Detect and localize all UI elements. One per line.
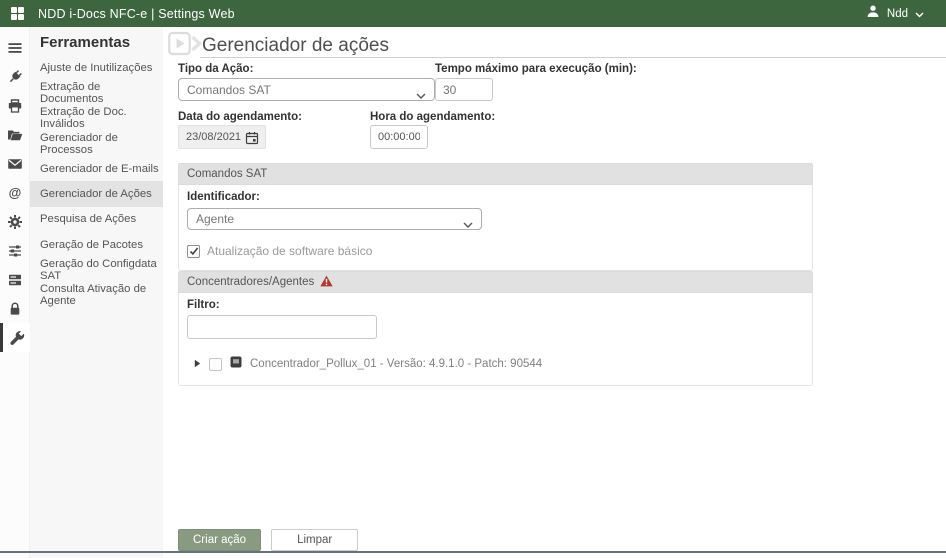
- concentrator-icon: [230, 355, 242, 373]
- schedule-date-label: Data do agendamento:: [178, 111, 302, 123]
- lock-icon[interactable]: [0, 294, 30, 323]
- action-type-label: Tipo da Ação:: [178, 63, 254, 75]
- folder-icon[interactable]: [0, 120, 30, 149]
- max-time-label: Tempo máximo para execução (min):: [435, 63, 637, 75]
- sat-commands-header-label: Comandos SAT: [187, 168, 268, 180]
- icon-strip: @: [0, 27, 30, 558]
- sat-commands-panel-body: Identificador: Agente Atualização de sof…: [178, 185, 813, 271]
- max-time-input[interactable]: [435, 78, 493, 101]
- filter-input[interactable]: [187, 315, 377, 339]
- user-name: Ndd: [886, 7, 908, 20]
- sidebar-header: Ferramentas: [40, 34, 131, 51]
- form-actions: Criar ação Limpar: [178, 529, 359, 551]
- sat-commands-panel-header: Comandos SAT: [178, 163, 813, 185]
- server-icon[interactable]: [0, 265, 30, 294]
- title-divider: [200, 57, 946, 58]
- sidebar-item-geracao-pacotes[interactable]: Geração de Pacotes: [30, 232, 163, 257]
- tree-expander-icon[interactable]: [194, 355, 201, 373]
- concentrators-panel-body: Filtro: Concentrador_Pollux_01 - Versão:…: [178, 293, 813, 386]
- sidebar: Ferramentas Ajuste de Inutilizações Extr…: [30, 27, 163, 558]
- sliders-icon[interactable]: [0, 236, 30, 265]
- sidebar-item-gerenciador-acoes[interactable]: Gerenciador de Ações: [30, 181, 163, 207]
- clear-button[interactable]: Limpar: [271, 529, 359, 551]
- sidebar-item-gerenciador-emails[interactable]: Gerenciador de E-mails: [30, 156, 163, 181]
- action-type-select[interactable]: Comandos SAT: [178, 78, 435, 101]
- sidebar-item-extracao-documentos[interactable]: Extração de Documentos: [30, 80, 163, 105]
- concentrators-header-label: Concentradores/Agentes: [187, 276, 315, 288]
- sidebar-items: Ajuste de Inutilizações Extração de Docu…: [30, 55, 163, 308]
- basic-software-update-checkbox[interactable]: [187, 244, 200, 258]
- topbar: NDD i-Docs NFC-e | Settings Web Ndd: [0, 0, 946, 27]
- sidebar-item-extracao-doc-invalidos[interactable]: Extração de Doc. Inválidos: [30, 106, 163, 131]
- identifier-select[interactable]: Agente: [187, 208, 482, 230]
- sidebar-item-consulta-ativacao-agente[interactable]: Consulta Ativação de Agente: [30, 283, 163, 308]
- schedule-time-label: Hora do agendamento:: [370, 111, 496, 123]
- filter-label: Filtro:: [187, 299, 220, 311]
- action-manager-icon: [168, 31, 203, 62]
- plug-icon[interactable]: [0, 62, 30, 91]
- menu-icon[interactable]: [0, 33, 30, 62]
- printer-icon[interactable]: [0, 91, 30, 120]
- chevron-down-icon: [416, 88, 426, 102]
- calendar-icon[interactable]: [245, 131, 259, 148]
- concentrator-label: Concentrador_Pollux_01 - Versão: 4.9.1.0…: [250, 358, 543, 370]
- app-title: NDD i-Docs NFC-e | Settings Web: [38, 6, 235, 21]
- sidebar-item-ajuste-inutilizacoes[interactable]: Ajuste de Inutilizações: [30, 55, 163, 80]
- mail-icon[interactable]: [0, 149, 30, 178]
- concentrator-checkbox[interactable]: [209, 357, 222, 371]
- concentrators-panel-header: Concentradores/Agentes: [178, 271, 813, 293]
- user-menu[interactable]: Ndd: [866, 0, 924, 27]
- window-bottom-edge: [0, 551, 946, 553]
- create-action-button[interactable]: Criar ação: [178, 529, 262, 551]
- wrench-icon[interactable]: [0, 323, 30, 352]
- apps-grid-icon[interactable]: [11, 7, 24, 20]
- at-sign-icon[interactable]: @: [0, 178, 30, 207]
- sidebar-item-pesquisa-acoes[interactable]: Pesquisa de Ações: [30, 207, 163, 232]
- tree-row: Concentrador_Pollux_01 - Versão: 4.9.1.0…: [187, 355, 804, 373]
- identifier-label: Identificador:: [187, 191, 260, 203]
- schedule-time-input[interactable]: [370, 125, 428, 149]
- chevron-down-icon: [915, 5, 924, 23]
- action-type-value: Comandos SAT: [187, 82, 271, 97]
- warning-icon: [320, 275, 333, 290]
- sidebar-item-geracao-configdata-sat[interactable]: Geração do Configdata SAT: [30, 257, 163, 282]
- main-content: Gerenciador de ações Tipo da Ação: Coman…: [163, 27, 946, 558]
- chevron-down-icon: [463, 217, 473, 231]
- user-icon: [866, 4, 880, 23]
- schedule-date-input[interactable]: 23/08/2021: [178, 125, 266, 149]
- basic-software-update-label: Atualização de software básico: [207, 244, 373, 258]
- gear-icon[interactable]: [0, 207, 30, 236]
- page-title: Gerenciador de ações: [202, 35, 389, 56]
- identifier-value: Agente: [196, 212, 235, 226]
- schedule-date-value: 23/08/2021: [186, 131, 242, 143]
- sidebar-item-gerenciador-processos[interactable]: Gerenciador de Processos: [30, 131, 163, 156]
- check-icon: [189, 247, 198, 256]
